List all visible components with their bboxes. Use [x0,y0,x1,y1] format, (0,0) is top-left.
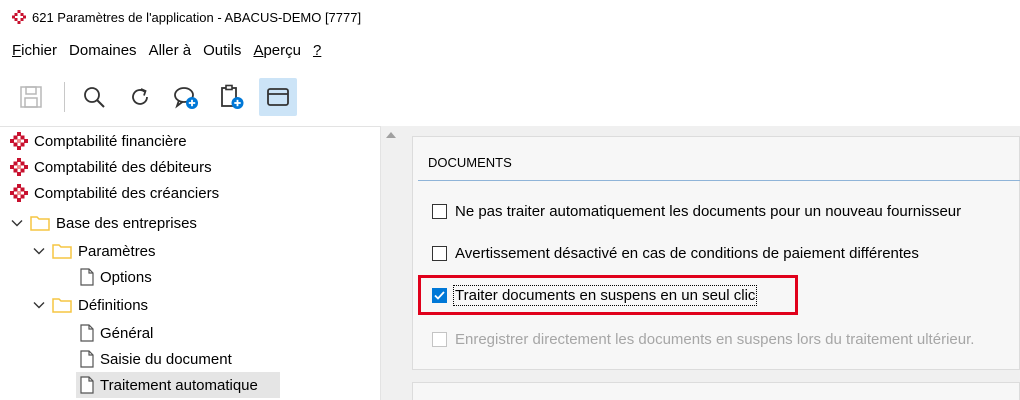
checkbox-label: Ne pas traiter automatiquement les docum… [455,202,962,220]
refresh-icon [132,88,148,105]
menu-fichier[interactable]: Fichier [12,42,57,59]
add-clipboard-button[interactable] [213,78,251,116]
tree-item-label: Paramètres [78,242,156,260]
add-comment-icon [174,87,198,109]
chevron-down-icon[interactable] [32,247,46,255]
window-title: 621 Paramètres de l'application - ABACUS… [32,9,362,25]
checkbox-disabled [432,331,447,347]
tree-item-general[interactable]: Général [80,320,380,346]
save-button[interactable] [12,78,50,116]
tree-item-label: Général [100,324,154,342]
tree-item-label: Saisie du document [100,350,232,368]
toolbar [0,72,1020,122]
checkbox-label: Avertissement désactivé en cas de condit… [455,244,919,262]
abacus-logo-icon [12,10,26,24]
menu-domaines[interactable]: Domaines [69,42,137,59]
tree-item-base-entreprises[interactable]: Base des entreprises [10,210,380,236]
abacus-module-icon [10,158,28,176]
abacus-module-icon [10,132,28,150]
highlight-annotation [418,275,798,315]
tree-scrollbar[interactable] [380,126,400,400]
abacus-module-icon [10,184,28,202]
checkbox[interactable] [432,245,447,261]
tree-item-label: Comptabilité des débiteurs [34,158,212,176]
window-title-bar: 621 Paramètres de l'application - ABACUS… [0,0,1020,34]
folder-icon [52,243,72,259]
save-icon [20,86,42,108]
tree-item-definitions[interactable]: Définitions [32,292,380,318]
tree-item-label: Comptabilité financière [34,132,187,150]
documents-group-title: DOCUMENTS [428,155,512,170]
refresh-button[interactable] [121,78,159,116]
add-comment-button[interactable] [167,78,205,116]
page-icon [80,350,94,368]
menu-apercu[interactable]: Aperçu [253,42,301,59]
window-icon [267,88,289,106]
checkbox-label: Enregistrer directement les documents en… [455,330,975,348]
search-button[interactable] [75,78,113,116]
search-icon [84,87,105,108]
tree-item-comptabilite-creanciers[interactable]: Comptabilité des créanciers [10,180,380,206]
chevron-down-icon[interactable] [10,219,24,227]
toolbar-separator [64,82,65,112]
menu-aller-a[interactable]: Aller à [149,42,192,59]
add-clipboard-icon [221,84,244,109]
next-group [412,382,1020,400]
tree-item-label: Options [100,268,152,286]
menu-help[interactable]: ? [313,42,321,59]
tree-item-label: Base des entreprises [56,214,197,232]
tree-item-saisie-document[interactable]: Saisie du document [80,346,380,372]
page-icon [80,268,94,286]
checkbox[interactable] [432,203,447,219]
tree-item-traitement-automatique[interactable]: Traitement automatique [76,372,280,398]
menu-outils[interactable]: Outils [203,42,241,59]
chevron-down-icon[interactable] [32,301,46,309]
tree-item-label: Définitions [78,296,149,314]
page-icon [80,324,94,342]
option-warning-payment-conditions[interactable]: Avertissement désactivé en cas de condit… [432,242,919,264]
tree-item-comptabilite-financiere[interactable]: Comptabilité financière [10,128,380,154]
option-save-pending-directly: Enregistrer directement les documents en… [432,328,974,350]
tree-item-label: Traitement automatique [100,376,258,394]
scroll-up-arrow-icon[interactable] [386,132,396,138]
tree-item-comptabilite-debiteurs[interactable]: Comptabilité des débiteurs [10,154,380,180]
option-no-auto-new-supplier[interactable]: Ne pas traiter automatiquement les docum… [432,200,961,222]
tree-item-label: Comptabilité des créanciers [34,184,220,202]
menu-bar: Fichier Domaines Aller à Outils Aperçu ? [0,36,333,64]
folder-icon [30,215,50,231]
tree-item-parametres[interactable]: Paramètres [32,238,380,264]
group-title-divider [418,180,1020,181]
window-button[interactable] [259,78,297,116]
folder-icon [52,297,72,313]
page-icon [80,376,94,394]
tree-item-options[interactable]: Options [80,264,380,290]
